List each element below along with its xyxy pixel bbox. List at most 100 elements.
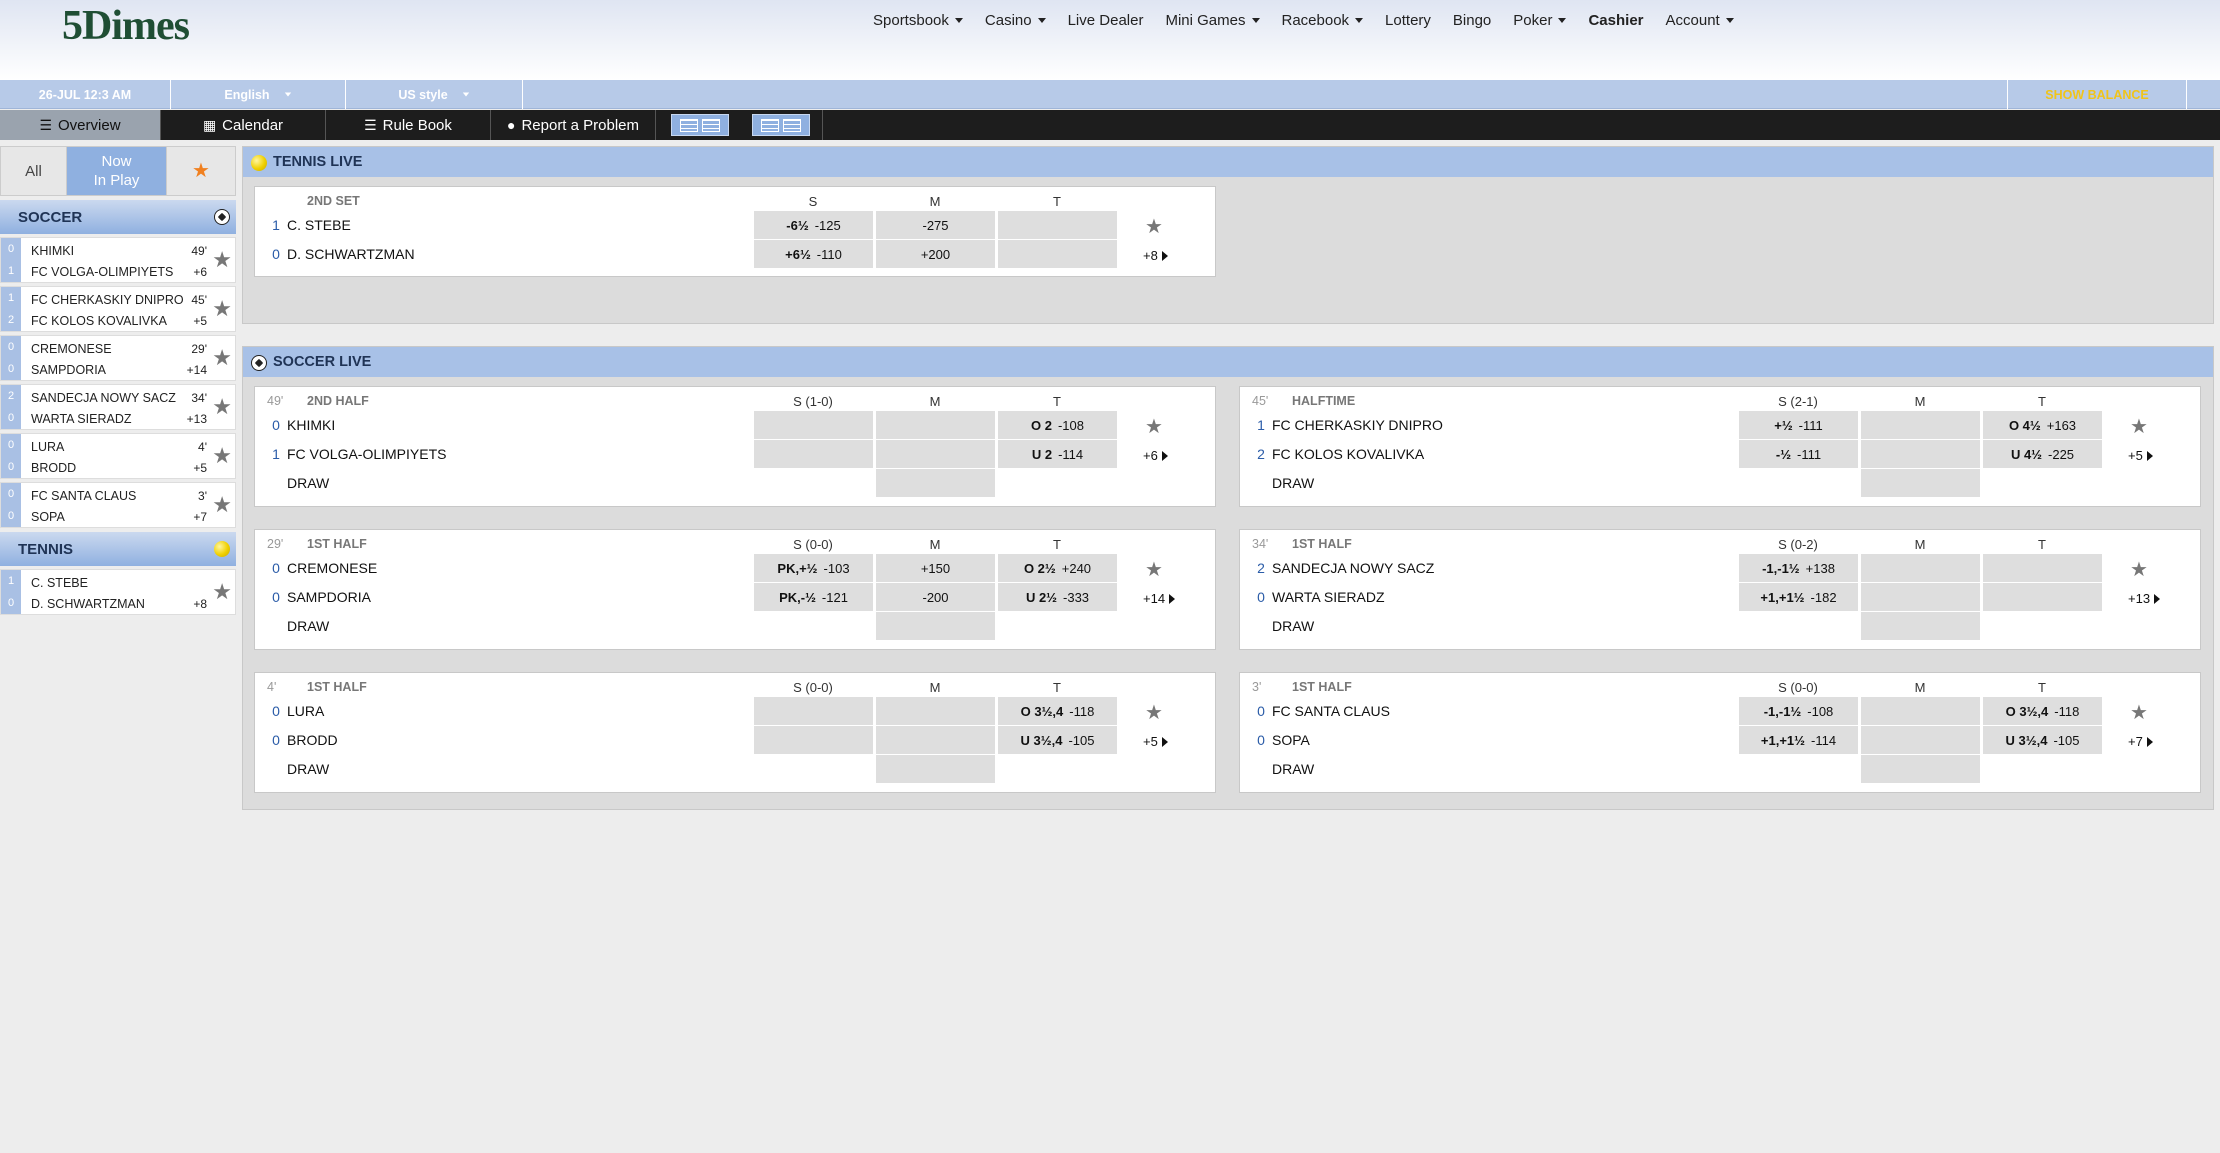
sidebar-game-item[interactable]: 0 0 FC SANTA CLAUS SOPA 3' +7 ★	[0, 482, 236, 528]
tab-all[interactable]: All	[1, 147, 67, 195]
nav-item-bingo[interactable]: Bingo	[1453, 12, 1491, 29]
nav-item-racebook[interactable]: Racebook	[1282, 12, 1364, 29]
moneyline-odds-button[interactable]	[876, 697, 995, 725]
total-odds-button[interactable]: O 4½ +163	[1983, 411, 2102, 439]
moneyline-odds-button[interactable]	[1861, 583, 1980, 611]
moneyline-odds-button[interactable]: +200	[876, 240, 995, 268]
total-odds-button[interactable]	[998, 240, 1117, 268]
more-markets-button[interactable]: +5	[1143, 734, 1168, 749]
sidebar-game-item[interactable]: 2 0 SANDECJA NOWY SACZ WARTA SIERADZ 34' +13 ★	[0, 384, 236, 430]
star-icon[interactable]: ★	[1145, 557, 1163, 582]
moneyline-odds-button[interactable]	[876, 726, 995, 754]
star-icon[interactable]: ★	[2130, 700, 2148, 725]
draw-odds-button[interactable]	[1861, 755, 1980, 783]
odds-style-select[interactable]: US style	[346, 80, 523, 109]
moneyline-odds-button[interactable]: +150	[876, 554, 995, 582]
spread-odds-button[interactable]: PK,+½ -103	[754, 554, 873, 582]
moneyline-odds-button[interactable]	[1861, 411, 1980, 439]
more-markets-button[interactable]: +8	[1143, 248, 1168, 263]
star-icon[interactable]: ★	[2130, 414, 2148, 439]
total-odds-button[interactable]	[998, 211, 1117, 239]
moneyline-odds-button[interactable]	[1861, 554, 1980, 582]
moneyline-odds-button[interactable]	[1861, 726, 1980, 754]
sidebar-sport-tennis[interactable]: TENNIS	[0, 532, 236, 566]
moneyline-odds-button[interactable]	[876, 411, 995, 439]
spread-odds-button[interactable]: +6½ -110	[754, 240, 873, 268]
more-markets-button[interactable]: +5	[2128, 448, 2153, 463]
total-odds-button[interactable]: O 3½,4 -118	[998, 697, 1117, 725]
total-odds-button[interactable]: O 3½,4 -118	[1983, 697, 2102, 725]
sidebar-game-item[interactable]: 0 1 KHIMKI FC VOLGA-OLIMPIYETS 49' +6 ★	[0, 237, 236, 283]
grid-view-button[interactable]	[671, 114, 729, 136]
moneyline-odds-button[interactable]: -275	[876, 211, 995, 239]
sidebar-sport-soccer[interactable]: SOCCER	[0, 200, 236, 234]
spread-odds-button[interactable]	[754, 697, 873, 725]
tab-rulebook[interactable]: ☰ Rule Book	[326, 110, 491, 140]
total-odds-button[interactable]: U 3½,4 -105	[998, 726, 1117, 754]
spread-odds-button[interactable]: PK,-½ -121	[754, 583, 873, 611]
moneyline-odds-button[interactable]	[1861, 697, 1980, 725]
sidebar-game-item[interactable]: 1 2 FC CHERKASKIY DNIPRO FC KOLOS KOVALIVKA…	[0, 286, 236, 332]
draw-odds-button[interactable]	[876, 612, 995, 640]
nav-item-cashier[interactable]: Cashier	[1588, 12, 1643, 29]
nav-item-lottery[interactable]: Lottery	[1385, 12, 1431, 29]
moneyline-odds-button[interactable]	[876, 440, 995, 468]
show-balance-button[interactable]: SHOW BALANCE	[2007, 80, 2187, 109]
star-icon[interactable]: ★	[1145, 700, 1163, 725]
tab-now-in-play[interactable]: Now In Play	[67, 147, 166, 195]
draw-odds-button[interactable]	[1861, 469, 1980, 497]
nav-item-sportsbook[interactable]: Sportsbook	[873, 12, 963, 29]
star-icon[interactable]: ★	[212, 345, 232, 371]
moneyline-odds-button[interactable]: -200	[876, 583, 995, 611]
total-odds-button[interactable]: U 2 -114	[998, 440, 1117, 468]
total-odds-button[interactable]: O 2½ +240	[998, 554, 1117, 582]
total-odds-button[interactable]: U 3½,4 -105	[1983, 726, 2102, 754]
draw-odds-button[interactable]	[1861, 612, 1980, 640]
language-select[interactable]: English	[171, 80, 346, 109]
draw-odds-button[interactable]	[876, 755, 995, 783]
spread-odds-button[interactable]	[754, 440, 873, 468]
total-odds-button[interactable]: U 4½ -225	[1983, 440, 2102, 468]
nav-item-live-dealer[interactable]: Live Dealer	[1068, 12, 1144, 29]
sidebar-game-item[interactable]: 1 0 C. STEBE D. SCHWARTZMAN +8 ★	[0, 569, 236, 615]
star-icon[interactable]: ★	[212, 579, 232, 605]
spread-odds-button[interactable]: -1,-1½ +138	[1739, 554, 1858, 582]
star-icon[interactable]: ★	[1145, 414, 1163, 439]
spread-odds-button[interactable]	[754, 411, 873, 439]
spread-odds-button[interactable]: +1,+1½ -182	[1739, 583, 1858, 611]
star-icon[interactable]: ★	[212, 296, 232, 322]
tab-overview[interactable]: ☰ Overview	[0, 110, 161, 140]
more-markets-button[interactable]: +6	[1143, 448, 1168, 463]
tab-favorites[interactable]: ★	[166, 147, 235, 195]
report-problem-button[interactable]: ● Report a Problem	[491, 110, 656, 140]
sidebar-game-item[interactable]: 0 0 LURA BRODD 4' +5 ★	[0, 433, 236, 479]
spread-odds-button[interactable]: -1,-1½ -108	[1739, 697, 1858, 725]
spread-odds-button[interactable]: +1,+1½ -114	[1739, 726, 1858, 754]
more-markets-button[interactable]: +14	[1143, 591, 1176, 606]
star-icon[interactable]: ★	[212, 492, 232, 518]
list-view-button[interactable]	[752, 114, 810, 136]
tab-calendar[interactable]: ▦ Calendar	[161, 110, 326, 140]
star-icon[interactable]: ★	[2130, 557, 2148, 582]
spread-odds-button[interactable]: -½ -111	[1739, 440, 1858, 468]
more-markets-button[interactable]: +13	[2128, 591, 2161, 606]
sidebar-game-item[interactable]: 0 0 CREMONESE SAMPDORIA 29' +14 ★	[0, 335, 236, 381]
spread-odds-button[interactable]: -6½ -125	[754, 211, 873, 239]
site-logo[interactable]: 5Dimes	[62, 2, 190, 50]
star-icon[interactable]: ★	[212, 443, 232, 469]
total-odds-button[interactable]: O 2 -108	[998, 411, 1117, 439]
total-odds-button[interactable]	[1983, 583, 2102, 611]
nav-item-mini-games[interactable]: Mini Games	[1165, 12, 1260, 29]
star-icon[interactable]: ★	[212, 394, 232, 420]
star-icon[interactable]: ★	[1145, 214, 1163, 239]
more-markets-button[interactable]: +7	[2128, 734, 2153, 749]
star-icon[interactable]: ★	[212, 247, 232, 273]
draw-odds-button[interactable]	[876, 469, 995, 497]
nav-item-casino[interactable]: Casino	[985, 12, 1046, 29]
total-odds-button[interactable]	[1983, 554, 2102, 582]
moneyline-odds-button[interactable]	[1861, 440, 1980, 468]
spread-odds-button[interactable]	[754, 726, 873, 754]
nav-item-account[interactable]: Account	[1666, 12, 1734, 29]
total-odds-button[interactable]: U 2½ -333	[998, 583, 1117, 611]
nav-item-poker[interactable]: Poker	[1513, 12, 1567, 29]
